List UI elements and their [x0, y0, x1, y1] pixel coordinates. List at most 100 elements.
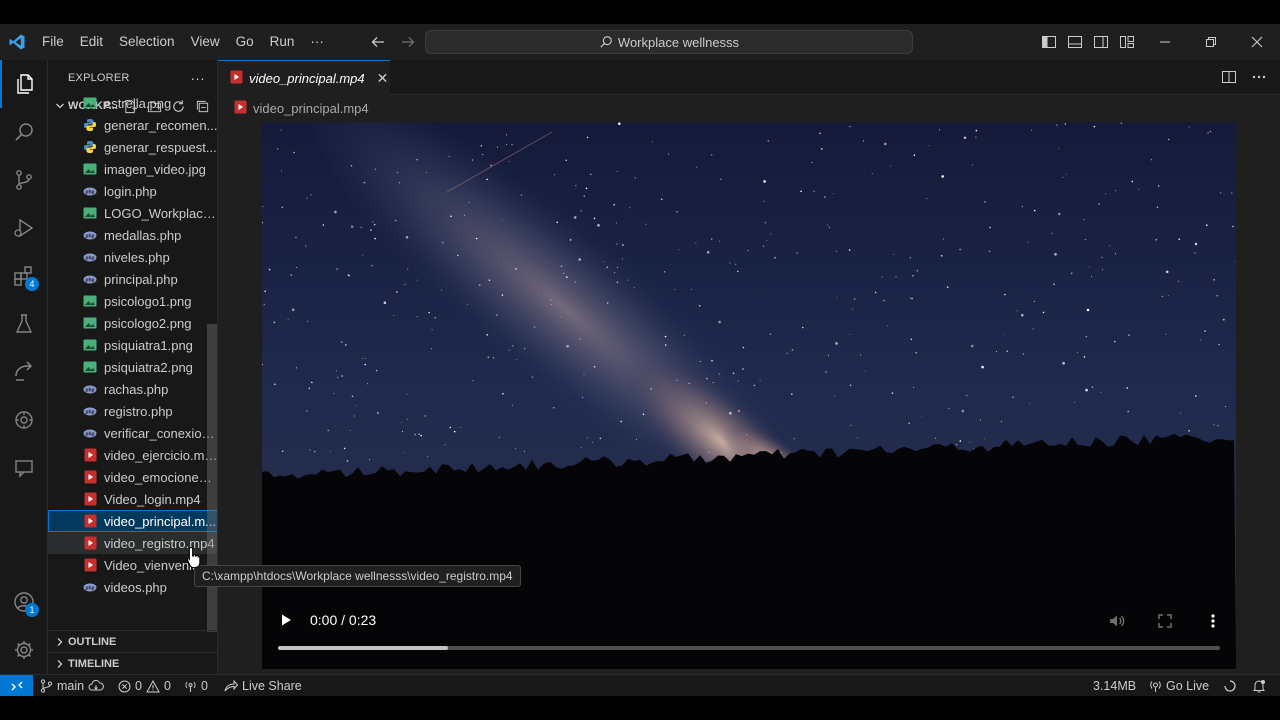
image-file-icon [82, 315, 98, 331]
menu-selection[interactable]: Selection [111, 24, 183, 60]
file-item[interactable]: generar_respuest... [48, 136, 217, 158]
error-icon [118, 680, 131, 692]
branch-indicator[interactable]: main [40, 675, 104, 697]
file-item[interactable]: psiquiatra2.png [48, 356, 217, 378]
svg-text:php: php [85, 585, 94, 591]
fullscreen-icon[interactable] [1154, 610, 1176, 632]
toggle-primary-sidebar-icon[interactable] [1040, 33, 1058, 51]
file-item[interactable]: php niveles.php [48, 246, 217, 268]
file-item[interactable]: php principal.php [48, 268, 217, 290]
timeline-section[interactable]: TIMELINE [48, 652, 217, 674]
file-name: video_principal.m... [104, 513, 216, 529]
customize-layout-icon[interactable] [1118, 33, 1136, 51]
extensions-icon[interactable]: 4 [0, 252, 48, 300]
file-name: login.php [104, 183, 157, 199]
command-center-search[interactable]: Workplace wellnesss [425, 30, 913, 54]
forward-arrow-icon[interactable] [398, 32, 418, 52]
video-progress-track[interactable] [278, 646, 1220, 650]
file-item[interactable]: php rachas.php [48, 378, 217, 400]
file-item[interactable]: php login.php [48, 180, 217, 202]
video-file-icon [82, 469, 98, 485]
file-item[interactable]: psicologo1.png [48, 290, 217, 312]
file-item[interactable]: php registro.php [48, 400, 217, 422]
file-name: principal.php [104, 271, 178, 287]
php-file-icon: php [82, 381, 98, 397]
close-window-icon[interactable] [1234, 24, 1280, 60]
remote-explorer-icon[interactable] [0, 348, 48, 396]
file-name: niveles.php [104, 249, 170, 265]
file-name: psicologo2.png [104, 315, 192, 331]
file-item[interactable]: LOGO_Workplace.... [48, 202, 217, 224]
testing-flask-icon[interactable] [0, 300, 48, 348]
comments-icon[interactable] [0, 444, 48, 492]
breadcrumb-file: video_principal.mp4 [253, 100, 369, 116]
file-item[interactable]: Video_login.mp4 [48, 488, 217, 510]
accounts-icon[interactable]: 1 [0, 578, 48, 626]
extensions-badge: 4 [25, 277, 39, 291]
go-live-button[interactable]: Go Live [1149, 675, 1209, 697]
menu-more[interactable]: ··· [302, 24, 332, 60]
back-arrow-icon[interactable] [368, 32, 388, 52]
explorer-icon[interactable] [0, 60, 48, 108]
layout-controls [1040, 24, 1136, 60]
split-editor-icon[interactable] [1220, 68, 1238, 86]
menu-view[interactable]: View [183, 24, 228, 60]
file-item[interactable]: video_principal.m... [48, 510, 217, 532]
file-item[interactable]: php medallas.php [48, 224, 217, 246]
menu-file[interactable]: File [34, 24, 72, 60]
explorer-more-actions[interactable]: ··· [190, 70, 205, 86]
minimize-icon[interactable] [1142, 24, 1188, 60]
menu-edit[interactable]: Edit [72, 24, 111, 60]
branch-name: main [57, 679, 85, 693]
search-icon [600, 36, 612, 48]
search-view-icon[interactable] [0, 108, 48, 156]
live-share-view-icon[interactable] [0, 396, 48, 444]
menu-go[interactable]: Go [228, 24, 262, 60]
menu-run[interactable]: Run [262, 24, 303, 60]
breadcrumb[interactable]: video_principal.mp4 [234, 97, 369, 119]
file-item[interactable]: psicologo2.png [48, 312, 217, 334]
restore-icon[interactable] [1188, 24, 1234, 60]
file-name: rachas.php [104, 381, 169, 397]
toggle-secondary-sidebar-icon[interactable] [1092, 33, 1110, 51]
file-item[interactable]: imagen_video.jpg [48, 158, 217, 180]
file-name: estrella.png [104, 95, 172, 111]
remote-indicator-icon[interactable] [0, 675, 33, 697]
ports-indicator[interactable]: 0 [184, 675, 208, 697]
image-file-icon [82, 337, 98, 353]
file-tree: estrella.png generar_recomen... generar_re… [48, 92, 217, 598]
tab-label: video_principal.mp4 [249, 70, 365, 86]
file-item[interactable]: generar_recomen... [48, 114, 217, 136]
volume-icon[interactable] [1106, 610, 1128, 632]
file-item[interactable]: php verificar_conexion... [48, 422, 217, 444]
outline-section[interactable]: OUTLINE [48, 630, 217, 652]
file-name: imagen_video.jpg [104, 161, 206, 177]
search-text: Workplace wellnesss [617, 34, 740, 50]
image-file-icon [82, 95, 98, 111]
file-name: generar_respuest... [104, 139, 217, 155]
toggle-panel-icon[interactable] [1066, 33, 1084, 51]
menu-bar: File Edit Selection View Go Run ··· [34, 24, 332, 60]
file-item[interactable]: estrella.png [48, 92, 217, 114]
file-size: 3.14MB [1093, 679, 1137, 693]
tab-video-principal[interactable]: video_principal.mp4 ✕ [218, 60, 390, 95]
python-file-icon [82, 139, 98, 155]
run-debug-icon[interactable] [0, 204, 48, 252]
image-file-icon [82, 161, 98, 177]
problems-indicator[interactable]: 0 0 [118, 675, 171, 697]
vscode-logo-icon [0, 24, 34, 60]
close-tab-icon[interactable]: ✕ [377, 70, 389, 87]
more-actions-icon[interactable] [1250, 68, 1268, 86]
file-item[interactable]: video_ejercicio.mp4 [48, 444, 217, 466]
file-item[interactable]: php videos.php [48, 576, 217, 598]
play-icon[interactable] [276, 610, 296, 630]
file-item[interactable]: psiquiatra1.png [48, 334, 217, 356]
source-control-icon[interactable] [0, 156, 48, 204]
php-file-icon: php [82, 249, 98, 265]
broadcast-icon [185, 681, 196, 692]
video-options-icon[interactable] [1202, 610, 1224, 632]
live-share-button[interactable]: Live Share [224, 675, 302, 697]
file-item[interactable]: video_emociones.... [48, 466, 217, 488]
settings-gear-icon[interactable] [0, 626, 48, 674]
notifications-bell-icon[interactable] [1252, 675, 1266, 697]
